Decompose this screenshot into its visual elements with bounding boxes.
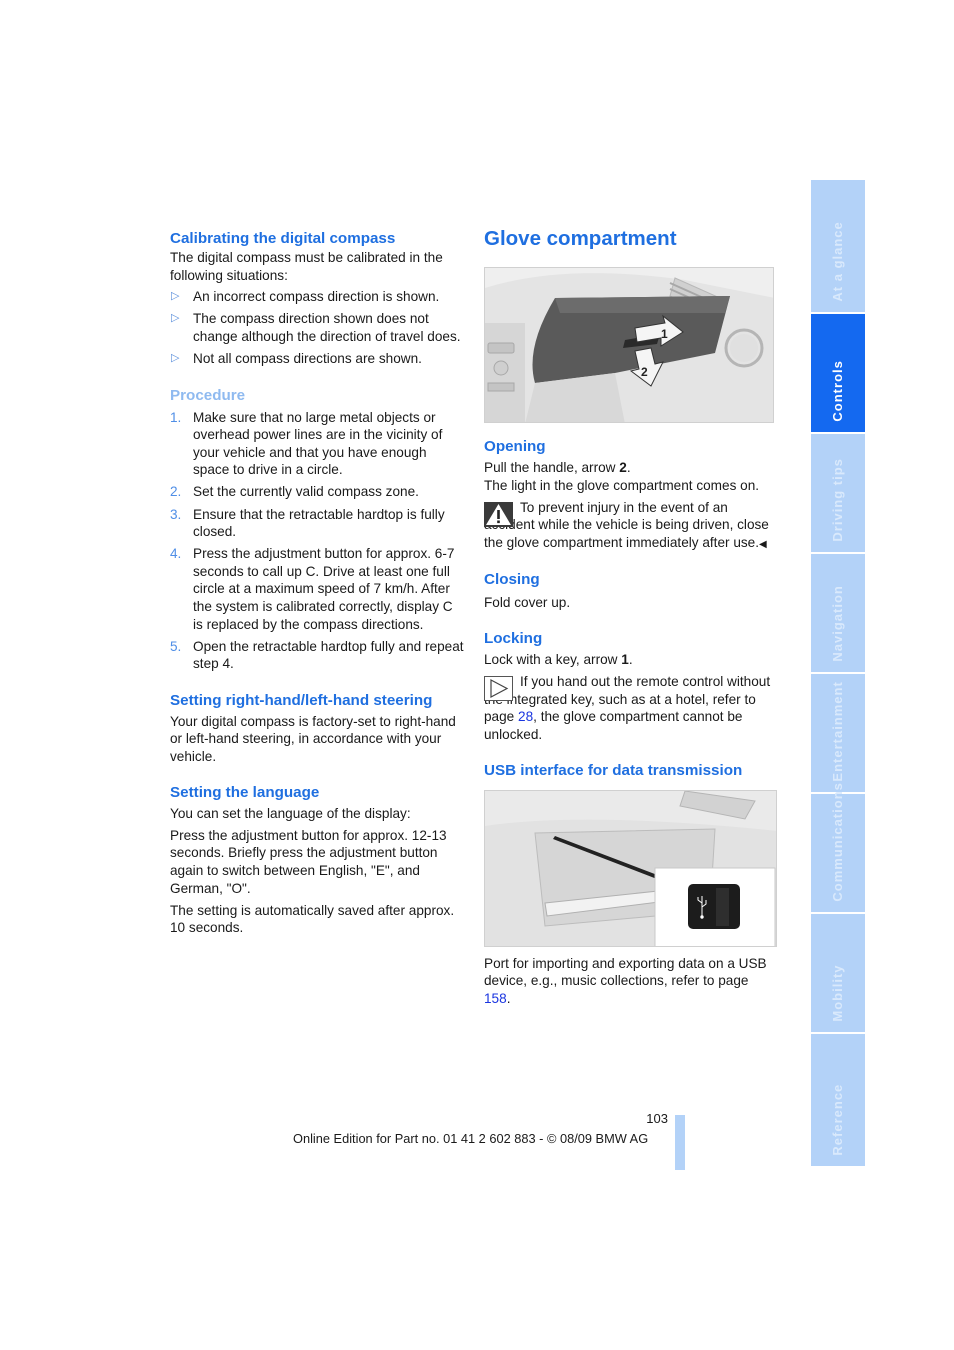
tab-at-a-glance[interactable]: At a glance: [811, 180, 865, 312]
right-column: Glove compartment 1 2 Opening Pull the h…: [484, 226, 777, 1007]
step-item: 1. Make sure that no large metal objects …: [170, 409, 443, 478]
heading-calibrating: Calibrating the digital compass: [170, 230, 396, 247]
locking-instruction: Lock with a key, arrow 1.: [484, 652, 633, 668]
heading-procedure: Procedure: [170, 386, 246, 404]
list-item: ▷ The compass direction shown does not ch…: [171, 311, 461, 344]
usb-port: [688, 883, 740, 929]
calibrating-intro: The digital compass must be calibrated i…: [170, 250, 443, 283]
opening-instruction: Pull the handle, arrow 2.: [484, 460, 631, 475]
page-marker-bar: [675, 1115, 685, 1170]
page-number: 103: [646, 1111, 668, 1126]
tab-reference[interactable]: Reference: [811, 1034, 865, 1166]
language-text-1: You can set the language of the display:: [170, 805, 411, 821]
page-158-link[interactable]: 158: [484, 991, 507, 1006]
svg-text:2: 2: [641, 365, 648, 379]
tab-entertainment[interactable]: Entertainment: [811, 674, 865, 792]
heading-closing: Closing: [484, 571, 540, 589]
note-triangle-icon: [484, 676, 513, 702]
glove-compartment-photo: 1 2: [484, 267, 774, 423]
svg-text:1: 1: [661, 327, 668, 341]
list-item: ▷ Not all compass directions are shown.: [171, 350, 422, 366]
warning-icon: [484, 501, 513, 527]
tab-communications[interactable]: Communications: [811, 783, 865, 912]
list-item: ▷ An incorrect compass direction is shown…: [171, 289, 440, 305]
usb-port-photo: [484, 789, 777, 947]
opening-light-note: The light in the glove compartment comes…: [484, 477, 760, 493]
heading-opening: Opening: [484, 438, 546, 455]
triangle-bullet-icon: ▷: [171, 312, 180, 325]
usb-illustration: [485, 790, 776, 946]
triangle-bullet-icon: ▷: [171, 290, 180, 303]
left-column: Calibrating the digital compass The digi…: [170, 229, 465, 937]
tab-controls[interactable]: Controls: [811, 314, 865, 432]
glove-compartment-illustration: 1 2: [485, 268, 773, 422]
end-mark-icon: ◀: [759, 538, 767, 550]
usb-description: Port for importing and exporting data on…: [484, 955, 767, 1006]
heading-usb: USB interface for data transmission: [484, 761, 743, 779]
step-item: 3. Ensure that the retractable hardtop is…: [170, 506, 445, 540]
step-item: 2. Set the currently valid compass zone.: [170, 484, 419, 500]
steering-text: Your digital compass is factory-set to r…: [170, 713, 456, 765]
info-notice: If you hand out the remote control witho…: [484, 674, 771, 742]
language-text-2: Press the adjustment button for approx. …: [170, 827, 447, 896]
calibrating-bullet-list: ▷ An incorrect compass direction is shown…: [170, 288, 465, 367]
step-item: 5. Open the retractable hardtop fully and…: [170, 638, 464, 672]
chapter-tabs: At a glance Controls Driving tips Naviga…: [811, 180, 865, 1168]
closing-text: Fold cover up.: [484, 595, 571, 611]
procedure-steps: 1. Make sure that no large metal objects …: [170, 409, 465, 673]
tab-navigation[interactable]: Navigation: [811, 554, 865, 672]
heading-locking: Locking: [484, 630, 543, 648]
step-item: 4. Press the adjustment button for approx…: [170, 546, 455, 632]
page-28-link[interactable]: 28: [518, 709, 533, 724]
heading-steering: Setting right-hand/left-hand steering: [170, 691, 433, 709]
heading-language: Setting the language: [170, 783, 320, 801]
tab-mobility[interactable]: Mobility: [811, 914, 865, 1032]
language-text-3: The setting is automatically saved after…: [170, 902, 455, 936]
footer-edition-text: Online Edition for Part no. 01 41 2 602 …: [293, 1131, 649, 1146]
warning-notice: To prevent injury in the event of an acc…: [484, 499, 769, 550]
tab-driving-tips[interactable]: Driving tips: [811, 434, 865, 552]
triangle-bullet-icon: ▷: [171, 351, 180, 364]
page-title: Glove compartment: [484, 227, 677, 250]
